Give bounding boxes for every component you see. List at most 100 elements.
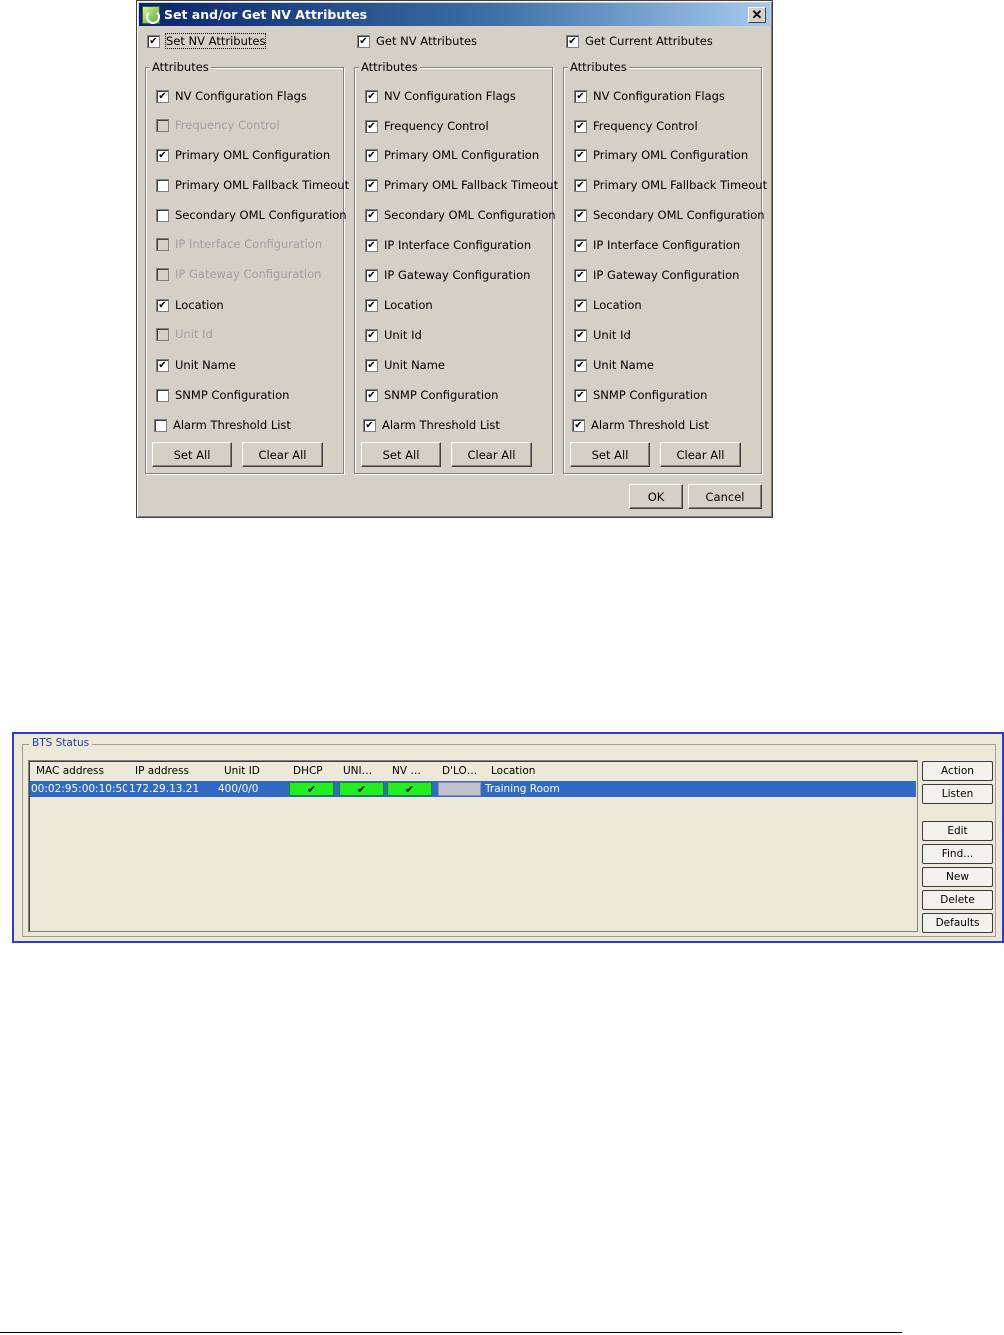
attr-alarm-threshold-list[interactable]: Alarm Threshold List (363, 418, 500, 432)
column-header-uni[interactable]: UNI… (343, 762, 387, 781)
column-header-dlo[interactable]: D'LO… (442, 762, 486, 781)
checkbox-box[interactable] (365, 89, 378, 103)
checkbox-box[interactable] (365, 268, 378, 282)
close-button[interactable]: ✕ (748, 6, 766, 23)
checkbox-box[interactable] (365, 119, 378, 133)
attr-snmp-configuration[interactable]: SNMP Configuration (156, 388, 289, 402)
new-button[interactable]: New (922, 867, 993, 887)
checkbox-box[interactable] (365, 388, 378, 402)
checkbox-box[interactable] (574, 268, 587, 282)
checkbox-box[interactable] (147, 34, 160, 48)
checkbox-box[interactable] (566, 34, 579, 48)
attr-frequency-control[interactable]: Frequency Control (574, 119, 698, 133)
attr-primary-oml-fallback-timeout[interactable]: Primary OML Fallback Timeout (574, 178, 767, 192)
checkbox-box[interactable] (365, 208, 378, 222)
attr-unit-name[interactable]: Unit Name (156, 358, 236, 372)
checkbox-box[interactable] (574, 298, 587, 312)
find-button[interactable]: Find... (922, 844, 993, 864)
checkbox-box[interactable] (574, 328, 587, 342)
attr-primary-oml-configuration[interactable]: Primary OML Configuration (365, 148, 539, 162)
attr-ip-interface-configuration[interactable]: IP Interface Configuration (574, 238, 740, 252)
clear-all-button[interactable]: Clear All (660, 442, 741, 467)
defaults-button[interactable]: Defaults (922, 913, 993, 933)
attr-location[interactable]: Location (365, 298, 433, 312)
set-nv-attributes-checkbox[interactable]: Set NV Attributes (147, 33, 267, 49)
checkbox-box[interactable] (156, 358, 169, 372)
attr-nv-configuration-flags[interactable]: NV Configuration Flags (365, 89, 516, 103)
checkbox-box[interactable] (156, 148, 169, 162)
checkbox-box[interactable] (365, 148, 378, 162)
get-current-attributes-checkbox[interactable]: Get Current Attributes (566, 34, 713, 48)
attr-primary-oml-fallback-timeout[interactable]: Primary OML Fallback Timeout (365, 178, 558, 192)
edit-button[interactable]: Edit (922, 821, 993, 841)
checkbox-box[interactable] (363, 418, 376, 432)
checkbox-label: IP Gateway Configuration (593, 268, 740, 282)
checkbox-box[interactable] (365, 358, 378, 372)
column-header-unit-id[interactable]: Unit ID (224, 762, 284, 781)
checkbox-box[interactable] (574, 148, 587, 162)
attr-frequency-control[interactable]: Frequency Control (365, 119, 489, 133)
attr-unit-name[interactable]: Unit Name (574, 358, 654, 372)
attr-secondary-oml-configuration[interactable]: Secondary OML Configuration (365, 208, 556, 222)
delete-button[interactable]: Delete (922, 890, 993, 910)
set-all-button[interactable]: Set All (570, 442, 650, 467)
column-header-dhcp[interactable]: DHCP (293, 762, 337, 781)
attr-primary-oml-fallback-timeout[interactable]: Primary OML Fallback Timeout (156, 178, 349, 192)
checkbox-box[interactable] (572, 418, 585, 432)
app-icon (142, 5, 160, 24)
attr-snmp-configuration[interactable]: SNMP Configuration (365, 388, 498, 402)
checkbox-box[interactable] (156, 298, 169, 312)
column-header-ip[interactable]: IP address (135, 762, 220, 781)
clear-all-button[interactable]: Clear All (451, 442, 532, 467)
checkbox-box[interactable] (156, 388, 169, 402)
checkbox-box[interactable] (154, 418, 167, 432)
checkbox-box[interactable] (156, 89, 169, 103)
checkbox-box[interactable] (365, 298, 378, 312)
cancel-button[interactable]: Cancel (688, 484, 762, 509)
action-button[interactable]: Action (922, 761, 993, 781)
dialog-titlebar[interactable]: Set and/or Get NV Attributes ✕ (139, 3, 770, 26)
checkbox-box[interactable] (574, 119, 587, 133)
attr-secondary-oml-configuration[interactable]: Secondary OML Configuration (156, 208, 347, 222)
set-all-button[interactable]: Set All (361, 442, 441, 467)
attr-nv-configuration-flags[interactable]: NV Configuration Flags (574, 89, 725, 103)
attr-unit-id[interactable]: Unit Id (574, 328, 631, 342)
attr-alarm-threshold-list[interactable]: Alarm Threshold List (572, 418, 709, 432)
column-header-location[interactable]: Location (491, 762, 611, 781)
column-header-nv[interactable]: NV … (392, 762, 436, 781)
attr-primary-oml-configuration[interactable]: Primary OML Configuration (156, 148, 330, 162)
clear-all-button[interactable]: Clear All (242, 442, 323, 467)
checkbox-label: Alarm Threshold List (173, 418, 291, 432)
attr-secondary-oml-configuration[interactable]: Secondary OML Configuration (574, 208, 765, 222)
checkbox-box[interactable] (574, 358, 587, 372)
get-nv-attributes-checkbox[interactable]: Get NV Attributes (357, 34, 477, 48)
column-header-mac[interactable]: MAC address (36, 762, 132, 781)
checkbox-box[interactable] (574, 89, 587, 103)
checkbox-box[interactable] (574, 208, 587, 222)
attr-nv-configuration-flags[interactable]: NV Configuration Flags (156, 89, 307, 103)
checkbox-box[interactable] (156, 208, 169, 222)
attr-snmp-configuration[interactable]: SNMP Configuration (574, 388, 707, 402)
bts-table[interactable]: MAC address IP address Unit ID DHCP UNI…… (28, 760, 918, 932)
checkbox-box[interactable] (574, 238, 587, 252)
attr-unit-id[interactable]: Unit Id (365, 328, 422, 342)
checkbox-box[interactable] (574, 178, 587, 192)
attr-alarm-threshold-list[interactable]: Alarm Threshold List (154, 418, 291, 432)
attr-ip-gateway-configuration[interactable]: IP Gateway Configuration (574, 268, 739, 282)
listen-button[interactable]: Listen (922, 784, 993, 804)
attr-primary-oml-configuration[interactable]: Primary OML Configuration (574, 148, 748, 162)
table-row[interactable]: 00:02:95:00:10:50 172.29.13.21 400/0/0 ✔… (30, 781, 916, 797)
attr-location[interactable]: Location (574, 298, 642, 312)
ok-button[interactable]: OK (629, 484, 683, 509)
attr-ip-gateway-configuration[interactable]: IP Gateway Configuration (365, 268, 530, 282)
checkbox-box[interactable] (365, 178, 378, 192)
attr-location[interactable]: Location (156, 298, 224, 312)
checkbox-box[interactable] (365, 238, 378, 252)
checkbox-box[interactable] (574, 388, 587, 402)
checkbox-box[interactable] (357, 34, 370, 48)
attr-unit-name[interactable]: Unit Name (365, 358, 445, 372)
checkbox-box[interactable] (365, 328, 378, 342)
checkbox-box[interactable] (156, 178, 169, 192)
attr-ip-interface-configuration[interactable]: IP Interface Configuration (365, 238, 531, 252)
set-all-button[interactable]: Set All (152, 442, 232, 467)
